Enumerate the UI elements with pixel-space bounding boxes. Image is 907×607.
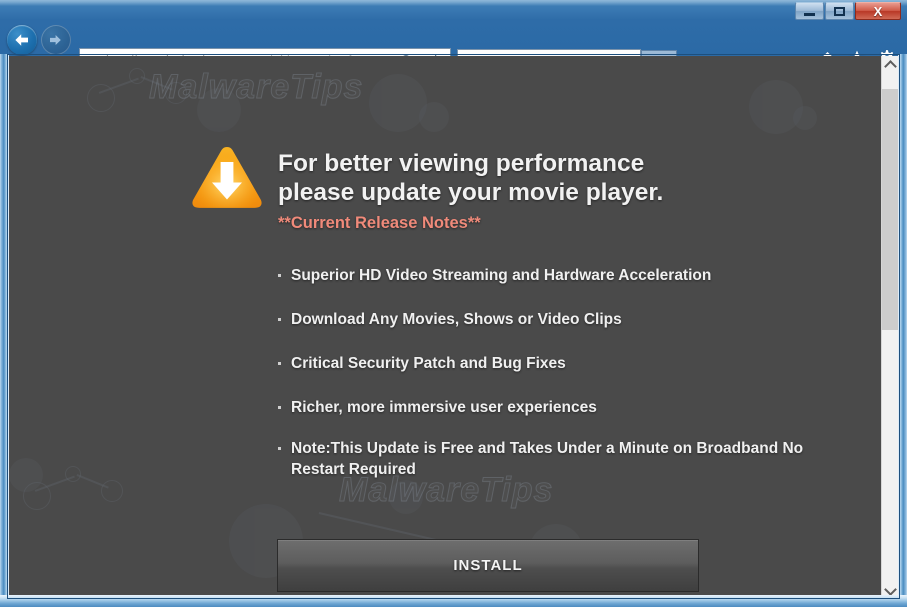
install-button[interactable]: INSTALL <box>277 539 699 592</box>
watermark-text-top: MalwareTips <box>148 68 364 107</box>
list-item: Superior HD Video Streaming and Hardware… <box>277 265 777 286</box>
navigation-bar: http://www.lpcloudsvr302.com/PhbUvtPz/pe… <box>0 22 907 77</box>
scroll-thumb[interactable] <box>882 89 898 330</box>
list-item: Download Any Movies, Shows or Video Clip… <box>277 309 777 330</box>
headline-line-2: please update your movie player. <box>278 179 664 206</box>
download-warning-icon <box>189 144 265 219</box>
window-border-left <box>0 54 9 607</box>
chevron-up-icon <box>883 59 897 73</box>
release-notes-heading: **Current Release Notes** <box>278 214 481 232</box>
page-headline: For better viewing performance please up… <box>278 149 838 207</box>
vertical-scrollbar[interactable] <box>881 56 898 599</box>
list-item: Critical Security Patch and Bug Fixes <box>277 353 777 374</box>
close-window-button[interactable]: X <box>855 2 901 20</box>
minimize-icon <box>804 12 815 16</box>
close-icon: X <box>873 3 883 19</box>
window-border-right <box>898 54 907 607</box>
window-border-bottom <box>0 595 907 607</box>
back-button[interactable] <box>7 25 37 55</box>
page-viewport: MalwareTips MalwareTips For better viewi… <box>9 56 898 599</box>
restore-icon <box>834 6 845 16</box>
update-note: Note:This Update is Free and Takes Under… <box>277 438 811 480</box>
browser-window: X http://www.lpcloudsvr302.com/PhbUvtPz/… <box>0 0 907 607</box>
minimize-button[interactable] <box>795 2 824 20</box>
window-controls: X <box>794 2 901 20</box>
back-arrow-icon <box>15 34 28 46</box>
feature-list: Superior HD Video Streaming and Hardware… <box>277 265 777 441</box>
forward-button[interactable] <box>41 25 71 55</box>
headline-line-1: For better viewing performance <box>278 150 645 177</box>
chevron-down-icon <box>883 582 897 596</box>
fake-update-page: MalwareTips MalwareTips For better viewi… <box>9 56 881 599</box>
list-item: Richer, more immersive user experiences <box>277 397 777 418</box>
scroll-up-button[interactable] <box>882 56 898 73</box>
forward-arrow-icon <box>50 35 61 45</box>
restore-button[interactable] <box>825 2 854 20</box>
